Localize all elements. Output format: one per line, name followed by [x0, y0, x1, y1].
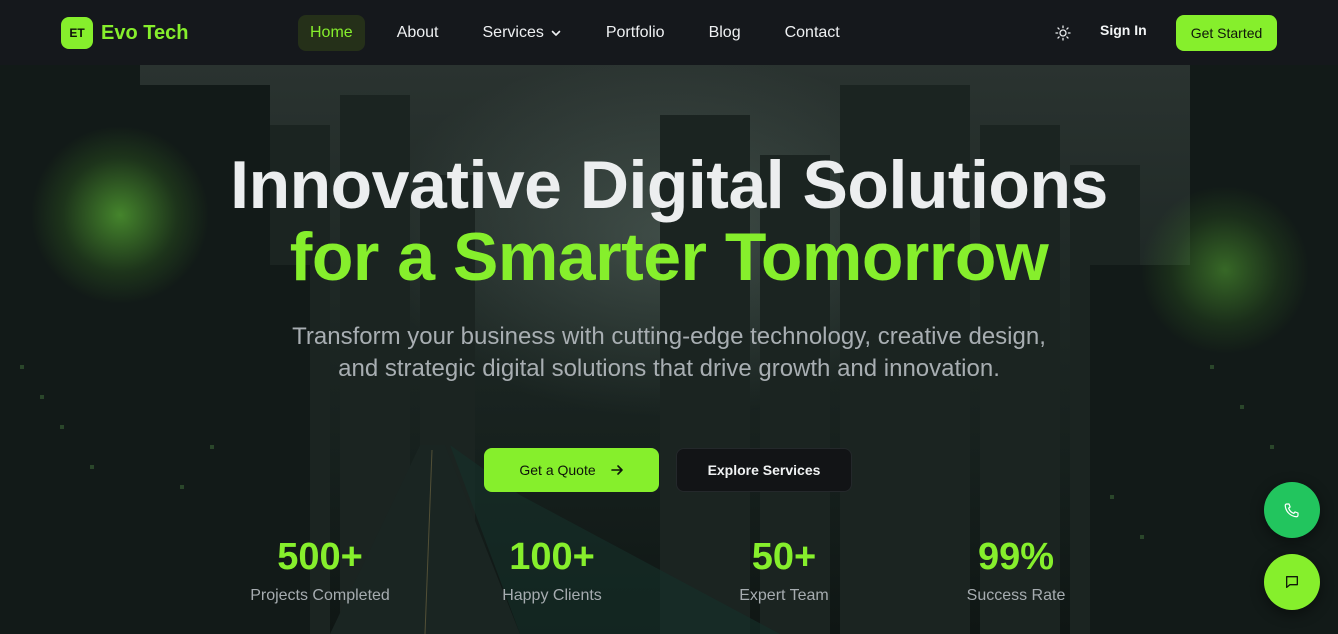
brand-logo[interactable]: ET Evo Tech — [61, 17, 188, 49]
nav-item-services-label: Services — [482, 24, 544, 41]
stat-value: 50+ — [751, 536, 817, 578]
nav-item-home[interactable]: Home — [298, 15, 365, 51]
hero-section: Innovative Digital Solutions for a Smart… — [0, 65, 1338, 634]
brand-mark: ET — [61, 17, 93, 49]
get-a-quote-button[interactable]: Get a Quote — [484, 448, 659, 492]
nav-item-portfolio[interactable]: Portfolio — [594, 15, 677, 51]
sign-in-link[interactable]: Sign In — [1100, 22, 1147, 38]
phone-icon — [1284, 503, 1299, 518]
stat-item: 100+ Happy Clients — [452, 535, 652, 605]
stats-row: 500+ Projects Completed 100+ Happy Clien… — [0, 535, 1338, 615]
stat-label: Projects Completed — [250, 587, 390, 604]
hero-title-line2: for a Smarter Tomorrow — [289, 219, 1049, 295]
stat-item: 500+ Projects Completed — [220, 535, 420, 605]
theme-toggle-button[interactable] — [1051, 21, 1075, 45]
stat-value: 100+ — [509, 536, 595, 578]
stat-value: 99% — [977, 536, 1055, 578]
chat-button[interactable] — [1264, 554, 1320, 610]
get-started-button[interactable]: Get Started — [1176, 15, 1277, 51]
stat-value: 500+ — [277, 536, 363, 578]
nav-item-about[interactable]: About — [385, 15, 451, 51]
sun-icon — [1055, 25, 1071, 41]
top-navbar: ET Evo Tech Home About Services Portfoli… — [0, 0, 1338, 65]
stat-item: 50+ Expert Team — [684, 535, 884, 605]
brand-name: Evo Tech — [101, 21, 189, 44]
main-nav: Home About Services Portfolio Blog Conta… — [298, 15, 852, 51]
nav-item-contact[interactable]: Contact — [773, 15, 852, 51]
stat-label: Expert Team — [739, 587, 829, 604]
arrow-right-icon — [610, 465, 623, 475]
hero-title-line1: Innovative Digital Solutions — [230, 147, 1108, 223]
hero-subtitle: Transform your business with cutting-edg… — [292, 323, 1046, 382]
call-button[interactable] — [1264, 482, 1320, 538]
stat-label: Happy Clients — [502, 587, 602, 604]
explore-services-button[interactable]: Explore Services — [676, 448, 852, 492]
stat-label: Success Rate — [966, 587, 1066, 604]
get-a-quote-label: Get a Quote — [519, 462, 596, 478]
chat-icon — [1286, 576, 1298, 588]
hero-title: Innovative Digital Solutions for a Smart… — [0, 149, 1338, 293]
nav-item-services[interactable]: Services — [471, 15, 574, 51]
stat-item: 99% Success Rate — [916, 535, 1116, 605]
chevron-down-icon — [551, 30, 561, 36]
nav-item-blog[interactable]: Blog — [697, 15, 753, 51]
